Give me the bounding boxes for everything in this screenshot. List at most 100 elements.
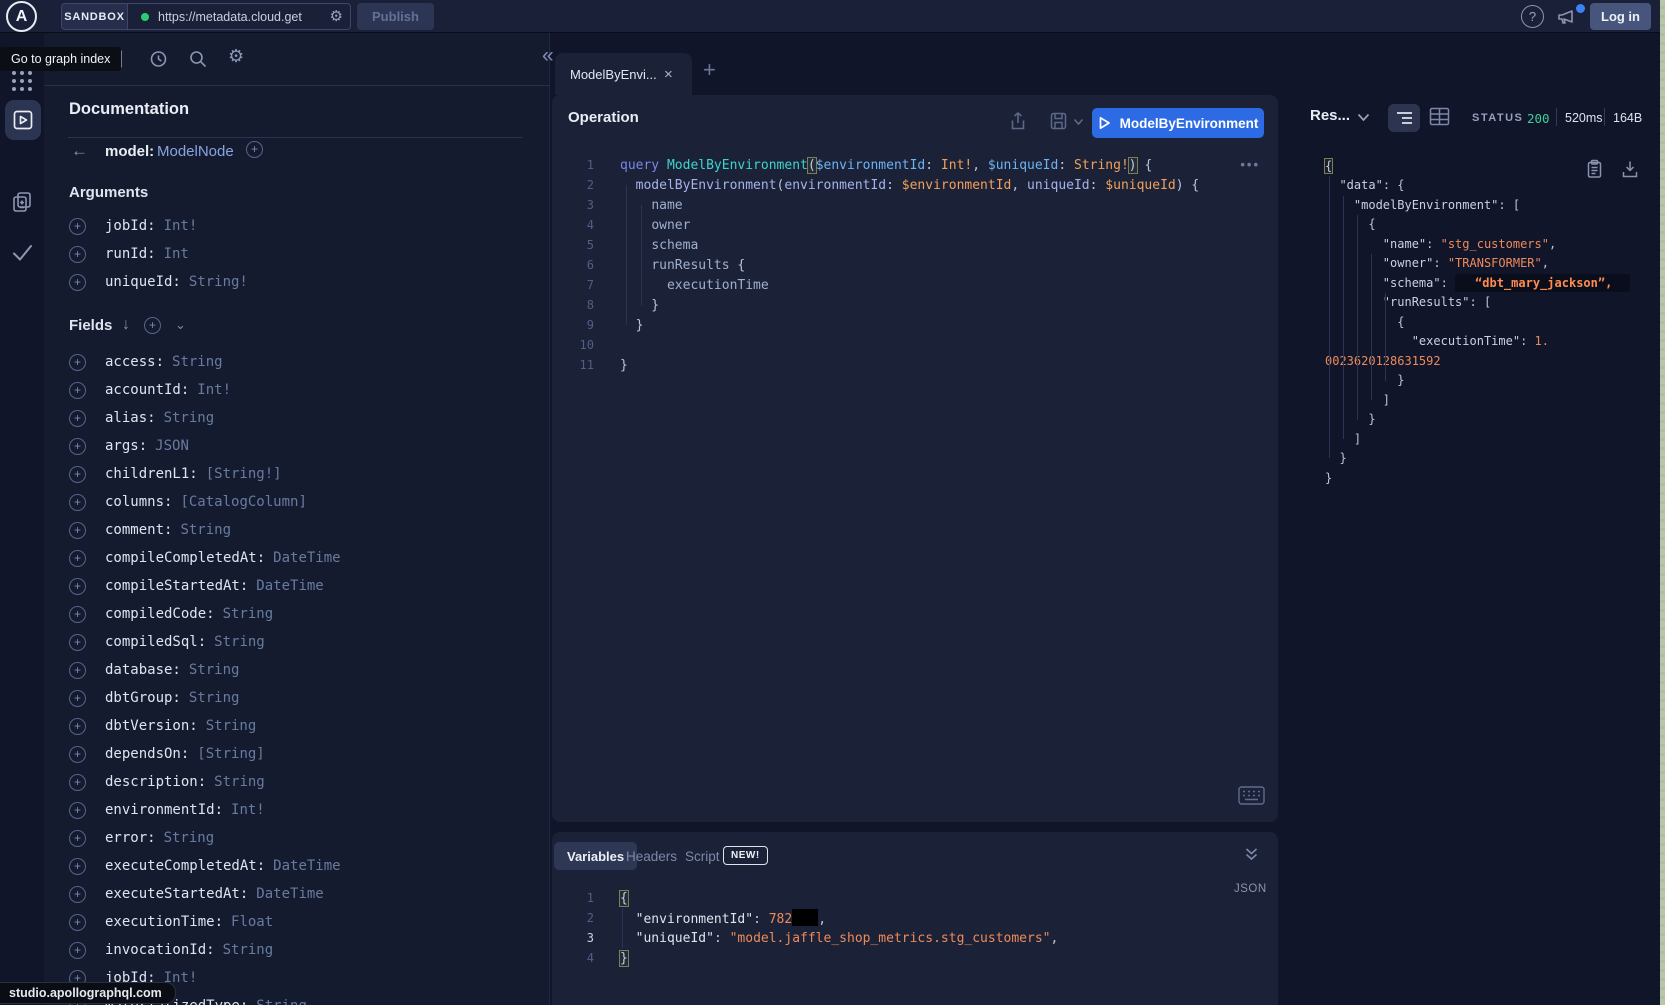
field-type[interactable]: DateTime xyxy=(273,858,340,874)
field-name[interactable]: environmentId: xyxy=(105,802,223,818)
field-name[interactable]: access: xyxy=(105,354,164,370)
run-operation-button[interactable]: ModelByEnvironment xyxy=(1092,108,1264,138)
field-name[interactable]: dbtVersion: xyxy=(105,718,198,734)
collapse-variables-chevron-icon[interactable] xyxy=(1244,847,1259,861)
field-name[interactable]: description: xyxy=(105,774,206,790)
announcements-megaphone-icon[interactable] xyxy=(1556,6,1577,27)
field-type[interactable]: String xyxy=(164,410,215,426)
add-to-operation-button[interactable]: + xyxy=(69,830,86,847)
add-to-operation-button[interactable]: + xyxy=(69,914,86,931)
back-arrow-icon[interactable]: ← xyxy=(71,141,88,161)
tab-close-icon[interactable]: × xyxy=(664,66,673,83)
endpoint-url-text[interactable]: https://metadata.cloud.get xyxy=(158,10,328,24)
add-to-operation-button[interactable]: + xyxy=(69,438,86,455)
field-type[interactable]: [String!] xyxy=(206,466,282,482)
add-to-operation-button[interactable]: + xyxy=(69,690,86,707)
save-icon[interactable] xyxy=(1049,111,1068,131)
new-tab-button[interactable]: + xyxy=(703,57,716,83)
field-name[interactable]: alias: xyxy=(105,410,156,426)
field-type[interactable]: String xyxy=(214,634,265,650)
field-type[interactable]: Int! xyxy=(197,382,231,398)
field-name[interactable]: uniqueId: xyxy=(105,274,181,290)
field-name[interactable]: comment: xyxy=(105,522,172,538)
operation-editor[interactable]: 1query ModelByEnvironment($environmentId… xyxy=(552,155,1278,375)
variables-editor[interactable]: 1{2 "environmentId": 782,3 "uniqueId": "… xyxy=(552,888,1278,968)
add-to-operation-button[interactable]: + xyxy=(69,466,86,483)
field-name[interactable]: compiledCode: xyxy=(105,606,215,622)
field-name[interactable]: executeCompletedAt: xyxy=(105,858,265,874)
field-type[interactable]: Int! xyxy=(164,218,198,234)
field-name[interactable]: error: xyxy=(105,830,156,846)
field-type[interactable]: DateTime xyxy=(273,550,340,566)
field-type[interactable]: String xyxy=(206,718,257,734)
tab-script[interactable]: Script xyxy=(685,842,720,870)
field-type[interactable]: Int! xyxy=(231,802,265,818)
response-table-view-button[interactable] xyxy=(1429,107,1450,126)
add-to-operation-button[interactable]: + xyxy=(69,274,86,291)
add-to-operation-button[interactable]: + xyxy=(69,942,86,959)
apollo-logo[interactable]: A xyxy=(6,1,37,32)
share-icon[interactable] xyxy=(1009,111,1027,131)
field-name[interactable]: invocationId: xyxy=(105,942,215,958)
save-chevron-down-icon[interactable] xyxy=(1073,118,1084,126)
add-to-operation-button[interactable]: + xyxy=(69,774,86,791)
field-type[interactable]: [String] xyxy=(197,746,264,762)
add-to-operation-button[interactable]: + xyxy=(69,746,86,763)
add-to-operation-button[interactable]: + xyxy=(69,218,86,235)
field-type[interactable]: String xyxy=(223,606,274,622)
field-type[interactable]: Float xyxy=(231,914,273,930)
field-name[interactable]: dependsOn: xyxy=(105,746,189,762)
add-to-operation-button[interactable]: + xyxy=(69,522,86,539)
add-to-operation-button[interactable]: + xyxy=(69,718,86,735)
field-name[interactable]: database: xyxy=(105,662,181,678)
tab-headers[interactable]: Headers xyxy=(626,842,677,870)
publish-button[interactable]: Publish xyxy=(357,3,434,30)
field-type[interactable]: String xyxy=(189,690,240,706)
field-name[interactable]: compileCompletedAt: xyxy=(105,550,265,566)
field-type[interactable]: String xyxy=(172,354,223,370)
add-to-operation-button[interactable]: + xyxy=(69,382,86,399)
nav-explorer-button[interactable] xyxy=(5,100,41,140)
add-to-operation-button[interactable]: + xyxy=(69,802,86,819)
field-name[interactable]: args: xyxy=(105,438,147,454)
add-to-operation-button[interactable]: + xyxy=(69,354,86,371)
add-all-fields-button[interactable]: + xyxy=(144,317,161,334)
nav-schema-button[interactable] xyxy=(0,190,44,214)
field-name[interactable]: compileStartedAt: xyxy=(105,578,248,594)
collapse-panel-icon[interactable]: « xyxy=(542,44,552,68)
field-type[interactable]: Int xyxy=(164,246,189,262)
add-to-operation-button[interactable]: + xyxy=(69,662,86,679)
add-to-operation-button[interactable]: + xyxy=(69,550,86,567)
endpoint-settings-gear-icon[interactable]: ⚙ xyxy=(330,9,343,24)
add-to-operation-button[interactable]: + xyxy=(69,634,86,651)
field-type[interactable]: String xyxy=(214,774,265,790)
field-name[interactable]: compiledSql: xyxy=(105,634,206,650)
add-to-operation-button[interactable]: + xyxy=(69,578,86,595)
add-to-operation-button[interactable]: + xyxy=(69,494,86,511)
field-name[interactable]: columns: xyxy=(105,494,172,510)
endpoint-url-field[interactable]: https://metadata.cloud.get ⚙ xyxy=(127,3,351,30)
field-type[interactable]: String xyxy=(223,942,274,958)
field-name[interactable]: runId: xyxy=(105,246,156,262)
tab-model-by-environment[interactable]: ModelByEnvi... × xyxy=(555,53,692,95)
add-to-operation-button[interactable]: + xyxy=(69,858,86,875)
field-type[interactable]: DateTime xyxy=(256,578,323,594)
help-icon[interactable]: ? xyxy=(1521,5,1544,28)
field-name[interactable]: accountId: xyxy=(105,382,189,398)
field-type[interactable]: String xyxy=(180,522,231,538)
doc-type-link[interactable]: ModelNode xyxy=(157,143,234,160)
field-name[interactable]: executionTime: xyxy=(105,914,223,930)
field-type[interactable]: String xyxy=(189,662,240,678)
response-raw-view-button[interactable] xyxy=(1388,104,1420,132)
add-type-button[interactable]: + xyxy=(246,141,263,158)
field-name[interactable]: dbtGroup: xyxy=(105,690,181,706)
add-to-operation-button[interactable]: + xyxy=(69,410,86,427)
add-to-operation-button[interactable]: + xyxy=(69,886,86,903)
tab-variables[interactable]: Variables xyxy=(554,842,637,870)
explorer-settings-gear-icon[interactable]: ⚙ xyxy=(228,46,244,67)
field-type[interactable]: JSON xyxy=(155,438,189,454)
field-type[interactable]: DateTime xyxy=(256,886,323,902)
keyboard-shortcuts-icon[interactable] xyxy=(1238,786,1265,805)
history-icon[interactable] xyxy=(149,49,168,69)
nav-checks-button[interactable] xyxy=(0,240,44,265)
